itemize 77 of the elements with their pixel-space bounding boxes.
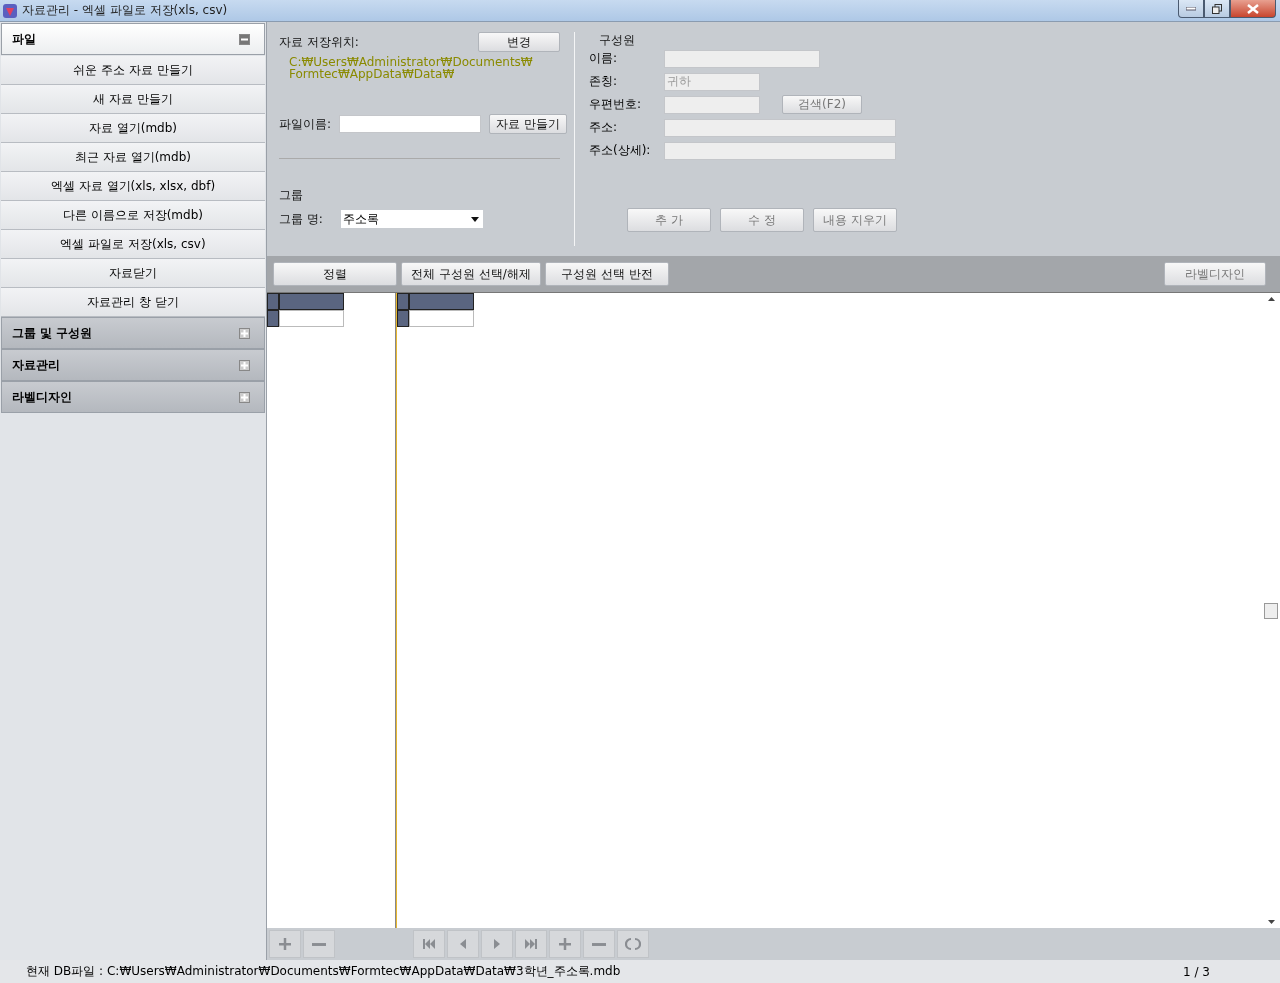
last-icon	[523, 936, 539, 952]
expand-icon	[239, 327, 250, 339]
input-field[interactable]	[664, 141, 896, 160]
minimize-icon	[1186, 6, 1196, 11]
add-button[interactable]	[269, 930, 301, 958]
row-header-cell	[267, 293, 279, 310]
member-title: 구성원	[599, 32, 636, 49]
sidebar-item[interactable]: 자료관리 창 닫기	[1, 288, 265, 317]
field-label: 주소:	[589, 119, 619, 136]
sidebar-item[interactable]: 최근 자료 열기(mdb)	[1, 143, 265, 172]
filename-label: 파일이름:	[279, 115, 332, 133]
status-path: 현재 DB파일 : C:₩Users₩Administrator₩Documents₩Formtec₩AppData₩Data₩3학년_주소록.mdb	[26, 963, 621, 980]
sidebar-section-header[interactable]: 그룹 및 구성원	[1, 317, 265, 349]
scroll-down-icon	[1268, 920, 1275, 924]
group-name-label: 그룹 명:	[279, 210, 323, 228]
field-label: 주소(상세):	[589, 142, 652, 159]
minimize-button[interactable]	[1178, 0, 1204, 18]
input-field[interactable]	[664, 95, 760, 114]
expand-icon	[239, 359, 250, 371]
sidebar-item[interactable]: 엑셀 자료 열기(xls, xlsx, dbf)	[1, 172, 265, 201]
grid-cell[interactable]	[279, 310, 344, 327]
restore-icon	[1212, 3, 1222, 14]
sidebar-item[interactable]: 다른 이름으로 저장(mdb)	[1, 201, 265, 230]
app-icon	[2, 2, 18, 19]
restore-button[interactable]	[1204, 0, 1230, 18]
row-header-cell	[397, 310, 409, 327]
sidebar-section-header[interactable]: 파일	[1, 23, 265, 55]
group-title: 그룹	[279, 187, 304, 204]
toolbar-button[interactable]: 구성원 선택 반전	[545, 262, 669, 286]
column-header-cell	[279, 293, 344, 310]
sidebar-item[interactable]: 새 자료 만들기	[1, 85, 265, 114]
refresh-button[interactable]	[617, 930, 649, 958]
refresh-icon	[625, 936, 641, 952]
sidebar-item[interactable]: 자료닫기	[1, 259, 265, 288]
plus-button[interactable]	[549, 930, 581, 958]
first-button[interactable]	[413, 930, 445, 958]
collapse-icon	[239, 33, 250, 45]
grid-cell[interactable]	[409, 310, 474, 327]
field-label: 이름:	[589, 50, 619, 67]
sidebar-item[interactable]: 자료 열기(mdb)	[1, 114, 265, 143]
close-button[interactable]	[1230, 0, 1276, 18]
first-icon	[421, 936, 437, 952]
group-select[interactable]: 주소록	[340, 210, 483, 228]
sidebar-item[interactable]: 엑셀 파일로 저장(xls, csv)	[1, 230, 265, 259]
sidebar-item[interactable]: 쉬운 주소 자료 만들기	[1, 56, 265, 85]
create-button[interactable]: 자료 만들기	[489, 114, 567, 134]
input-field[interactable]	[664, 118, 896, 137]
sidebar-section-header[interactable]: 자료관리	[1, 349, 265, 381]
close-icon	[1247, 3, 1259, 14]
expand-icon	[239, 391, 250, 403]
toolbar-button[interactable]: 정렬	[273, 262, 397, 286]
column-header-cell	[409, 293, 474, 310]
plus-icon	[557, 936, 573, 952]
scroll-up-icon	[1268, 297, 1275, 301]
window-title: 자료관리 - 엑셀 파일로 저장(xls, csv)	[22, 2, 228, 19]
last-button[interactable]	[515, 930, 547, 958]
row-header-cell	[397, 293, 409, 310]
minus-button[interactable]	[583, 930, 615, 958]
previous-button[interactable]	[447, 930, 479, 958]
row-header-cell	[267, 310, 279, 327]
next-button[interactable]	[481, 930, 513, 958]
page-indicator: 1 / 3	[1183, 964, 1210, 979]
sidebar-section-header[interactable]: 라벨디자인	[1, 381, 265, 413]
storage-path: C:₩Users₩Administrator₩Documents₩ Formtec₩AppData₩Data₩	[289, 56, 534, 80]
input-field[interactable]	[664, 49, 820, 68]
minus-icon	[592, 942, 606, 946]
scrollbar-thumb[interactable]	[1264, 603, 1278, 619]
change-button[interactable]: 변경	[478, 32, 560, 52]
toolbar-button[interactable]: 전체 구성원 선택/해제	[401, 262, 541, 286]
filename-field[interactable]	[339, 115, 482, 133]
remove-button[interactable]	[303, 930, 335, 958]
storage-label: 자료 저장위치:	[279, 33, 359, 51]
field-label: 존칭:	[589, 73, 619, 90]
field-label: 우편번호:	[589, 96, 643, 113]
plus-icon	[277, 936, 293, 952]
minus-icon	[312, 942, 326, 946]
dropdown-icon	[470, 216, 479, 222]
